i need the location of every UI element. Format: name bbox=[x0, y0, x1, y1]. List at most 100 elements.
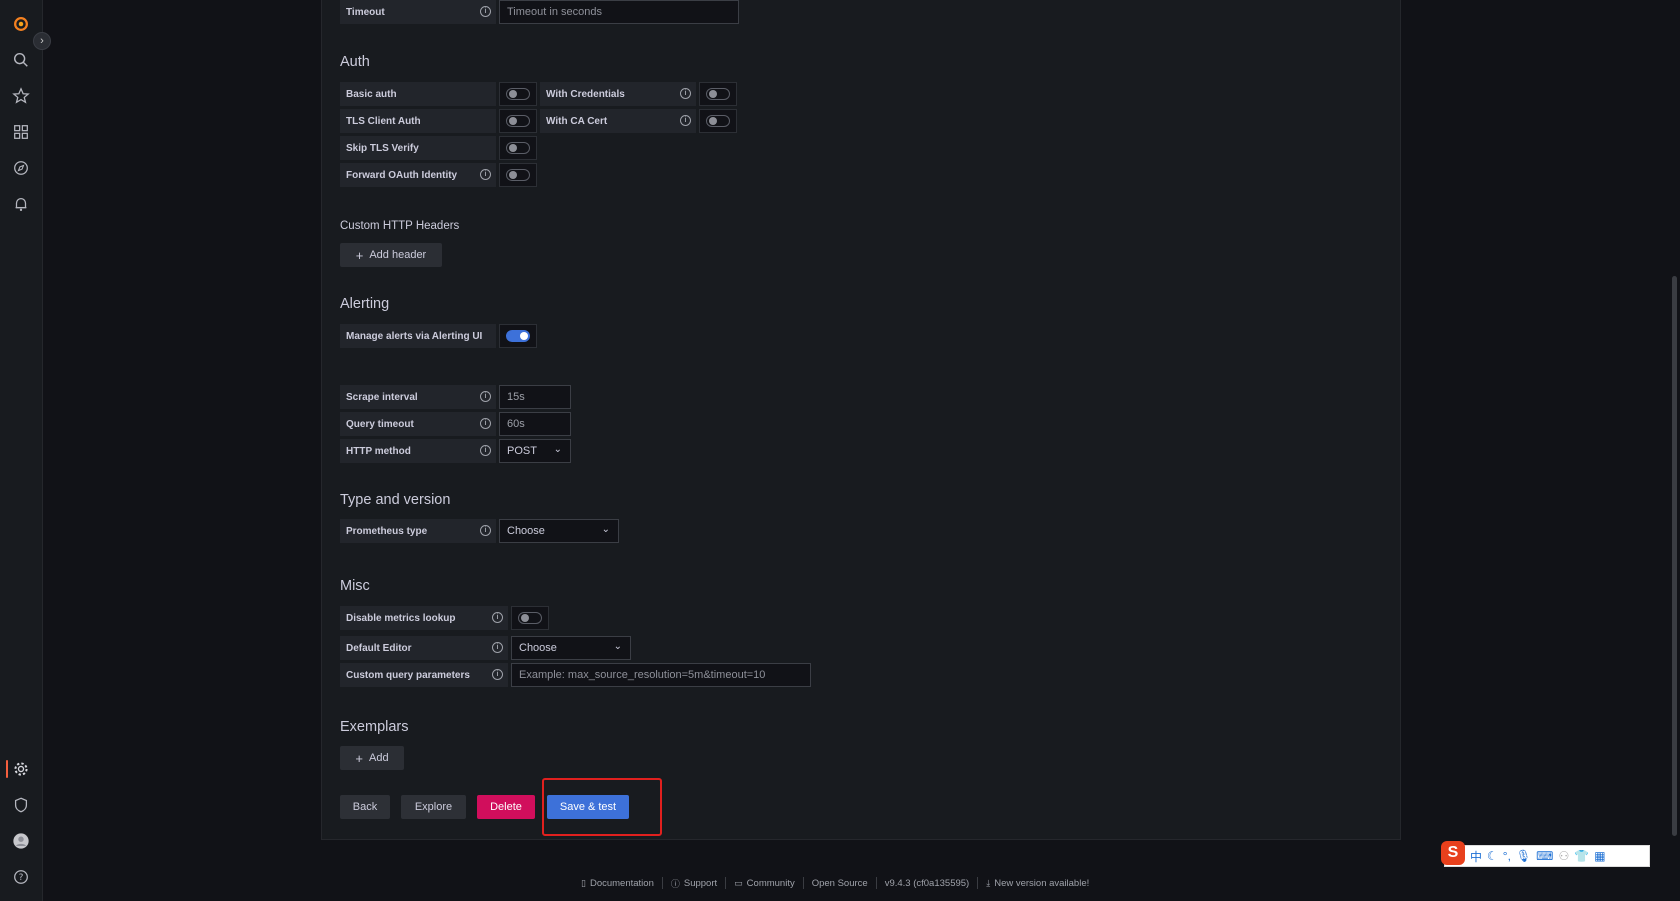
skin-shirt-icon[interactable]: 👕 bbox=[1574, 849, 1589, 863]
scrape-interval-label: Scrape interval i bbox=[340, 385, 496, 409]
add-header-button[interactable]: + Add header bbox=[340, 243, 442, 267]
tls-client-auth-switch[interactable] bbox=[506, 115, 530, 127]
ime-toolbar[interactable]: S 中 ☾ °, 🎙 ⌨ ⚇ 👕 ▦ bbox=[1441, 841, 1650, 867]
moon-icon[interactable]: ☾ bbox=[1487, 849, 1498, 863]
with-ca-cert-label: With CA Cert i bbox=[540, 109, 696, 133]
basic-auth-toggle[interactable] bbox=[499, 82, 537, 106]
document-icon: ▯ bbox=[581, 877, 586, 888]
custom-query-params-label: Custom query parameters i bbox=[340, 663, 508, 687]
manage-alerts-switch[interactable] bbox=[506, 330, 530, 342]
http-method-select[interactable]: POST ⌄ bbox=[499, 439, 571, 463]
user-avatar-icon[interactable] bbox=[11, 831, 31, 851]
plus-icon: + bbox=[355, 750, 363, 766]
ime-chinese-mode[interactable]: 中 bbox=[1470, 848, 1482, 865]
chevron-down-icon: ⌄ bbox=[601, 524, 610, 535]
sidebar: › ? bbox=[0, 0, 51, 901]
skip-tls-verify-label: Skip TLS Verify bbox=[340, 136, 496, 160]
help-question-icon[interactable]: ? bbox=[11, 867, 31, 887]
exemplars-section-title: Exemplars bbox=[340, 719, 409, 735]
info-icon[interactable]: i bbox=[480, 418, 491, 429]
query-timeout-label: Query timeout i bbox=[340, 412, 496, 436]
toolbox-grid-icon[interactable]: ▦ bbox=[1594, 849, 1605, 863]
default-editor-select[interactable]: Choose ⌄ bbox=[511, 636, 631, 660]
basic-auth-switch[interactable] bbox=[506, 88, 530, 100]
timeout-label: Timeout i bbox=[340, 0, 496, 24]
info-icon[interactable]: i bbox=[480, 391, 491, 402]
keyboard-icon[interactable]: ⌨ bbox=[1536, 849, 1553, 863]
query-timeout-input[interactable]: 60s bbox=[499, 412, 571, 436]
alerting-section-title: Alerting bbox=[340, 296, 390, 312]
svg-text:?: ? bbox=[19, 873, 24, 883]
forward-oauth-label: Forward OAuth Identity i bbox=[340, 163, 496, 187]
info-icon[interactable]: i bbox=[680, 115, 691, 126]
info-icon[interactable]: i bbox=[492, 612, 503, 623]
footer-support-link[interactable]: ⓘ Support bbox=[663, 877, 727, 889]
with-ca-cert-toggle[interactable] bbox=[699, 109, 737, 133]
prometheus-type-label: Prometheus type i bbox=[340, 519, 496, 543]
skip-tls-verify-toggle[interactable] bbox=[499, 136, 537, 160]
type-version-section-title: Type and version bbox=[340, 492, 451, 508]
disable-metrics-lookup-switch[interactable] bbox=[518, 612, 542, 624]
forward-oauth-toggle[interactable] bbox=[499, 163, 537, 187]
scrape-interval-input[interactable]: 15s bbox=[499, 385, 571, 409]
add-exemplar-button[interactable]: + Add bbox=[340, 746, 404, 770]
info-icon[interactable]: i bbox=[480, 6, 491, 17]
footer-open-source-link[interactable]: Open Source bbox=[804, 877, 877, 889]
info-icon[interactable]: i bbox=[480, 525, 491, 536]
back-button[interactable]: Back bbox=[340, 795, 390, 819]
punctuation-icon[interactable]: °, bbox=[1503, 849, 1511, 863]
with-ca-cert-switch[interactable] bbox=[706, 115, 730, 127]
with-credentials-toggle[interactable] bbox=[699, 82, 737, 106]
annotation-highlight-box bbox=[542, 778, 662, 836]
delete-button[interactable]: Delete bbox=[477, 795, 535, 819]
footer-new-version-link[interactable]: ⤓ New version available! bbox=[978, 877, 1097, 889]
download-icon: ⤓ bbox=[986, 877, 991, 888]
microphone-icon[interactable]: 🎙 bbox=[1516, 849, 1531, 863]
custom-query-params-input[interactable]: Example: max_source_resolution=5m&timeou… bbox=[511, 663, 811, 687]
server-admin-shield-icon[interactable] bbox=[11, 795, 31, 815]
plus-icon: + bbox=[355, 247, 364, 263]
disable-metrics-lookup-toggle[interactable] bbox=[511, 606, 549, 630]
search-icon[interactable] bbox=[11, 50, 31, 70]
with-credentials-label: With Credentials i bbox=[540, 82, 696, 106]
info-icon[interactable]: i bbox=[492, 642, 503, 653]
star-icon[interactable] bbox=[11, 86, 31, 106]
footer-version: v9.4.3 (cf0a135595) bbox=[877, 877, 979, 889]
misc-section-title: Misc bbox=[340, 578, 370, 594]
info-icon[interactable]: i bbox=[680, 88, 691, 99]
footer: ▯ Documentation ⓘ Support ▭ Community Open … bbox=[573, 876, 1097, 890]
grafana-logo-icon[interactable] bbox=[11, 14, 31, 34]
active-indicator bbox=[6, 760, 8, 778]
manage-alerts-toggle[interactable] bbox=[499, 324, 537, 348]
skip-tls-verify-switch[interactable] bbox=[506, 142, 530, 154]
info-icon[interactable]: i bbox=[480, 445, 491, 456]
custom-headers-title: Custom HTTP Headers bbox=[340, 220, 460, 232]
prometheus-type-select[interactable]: Choose ⌄ bbox=[499, 519, 619, 543]
timeout-input[interactable]: Timeout in seconds bbox=[499, 0, 739, 24]
info-icon[interactable]: i bbox=[480, 169, 491, 180]
explore-compass-icon[interactable] bbox=[11, 158, 31, 178]
default-editor-label: Default Editor i bbox=[340, 636, 508, 660]
tls-client-auth-label: TLS Client Auth bbox=[340, 109, 496, 133]
user-icon[interactable]: ⚇ bbox=[1558, 849, 1569, 863]
disable-metrics-lookup-label: Disable metrics lookup i bbox=[340, 606, 508, 630]
chevron-down-icon: ⌄ bbox=[613, 641, 622, 652]
info-icon[interactable]: i bbox=[492, 669, 503, 680]
page-scrollbar[interactable] bbox=[1672, 276, 1677, 836]
chevron-down-icon: ⌄ bbox=[553, 444, 562, 455]
explore-button[interactable]: Explore bbox=[401, 795, 466, 819]
dock-menu-chevron-right-icon[interactable]: › bbox=[33, 32, 51, 50]
forward-oauth-switch[interactable] bbox=[506, 169, 530, 181]
tls-client-auth-toggle[interactable] bbox=[499, 109, 537, 133]
question-circle-icon: ⓘ bbox=[670, 878, 680, 889]
auth-section-title: Auth bbox=[340, 54, 370, 70]
http-method-label: HTTP method i bbox=[340, 439, 496, 463]
alerting-bell-icon[interactable] bbox=[11, 194, 31, 214]
dashboards-grid-icon[interactable] bbox=[11, 122, 31, 142]
manage-alerts-label: Manage alerts via Alerting UI bbox=[340, 324, 496, 348]
footer-documentation-link[interactable]: ▯ Documentation bbox=[573, 877, 663, 889]
footer-community-link[interactable]: ▭ Community bbox=[726, 877, 804, 889]
with-credentials-switch[interactable] bbox=[706, 88, 730, 100]
configuration-gear-icon[interactable] bbox=[11, 759, 31, 779]
sogou-logo-icon: S bbox=[1441, 841, 1465, 865]
